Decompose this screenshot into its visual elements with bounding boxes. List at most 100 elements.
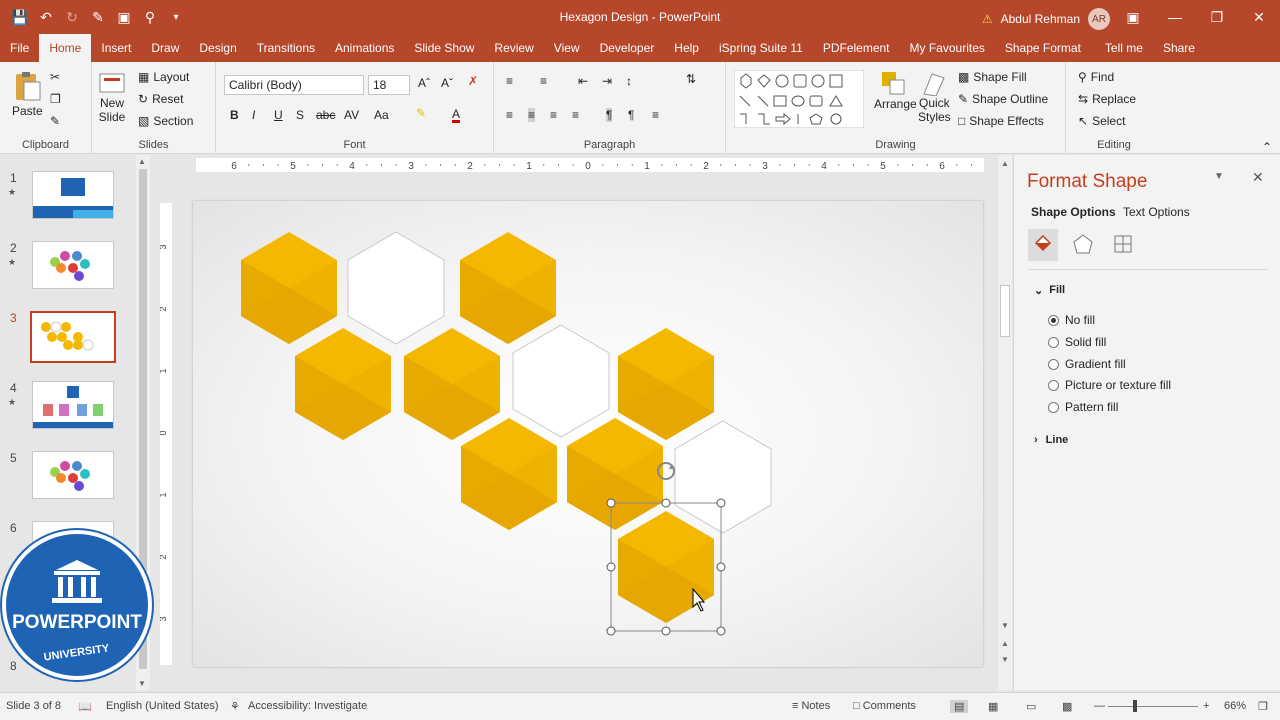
- align-right-icon[interactable]: ≡: [550, 108, 557, 122]
- highlight-icon[interactable]: ✎: [416, 106, 426, 120]
- shapes-gallery[interactable]: [734, 70, 864, 128]
- align-center-icon[interactable]: ≡: [528, 108, 536, 122]
- slideshow-icon[interactable]: ▩: [1062, 700, 1072, 713]
- scroll-up-icon[interactable]: ▲: [138, 157, 146, 166]
- change-case-icon[interactable]: Aa: [374, 108, 389, 122]
- zoom-slider[interactable]: [1108, 706, 1198, 707]
- scroll-down-icon[interactable]: ▼: [1001, 621, 1009, 630]
- replace-button[interactable]: ⇆ Replace: [1078, 92, 1136, 106]
- new-slide-button[interactable]: New Slide: [98, 72, 126, 124]
- zoom-slider-thumb[interactable]: [1133, 700, 1137, 712]
- spellcheck-icon[interactable]: 📖: [78, 700, 92, 713]
- hexagon-yellow[interactable]: [618, 328, 714, 440]
- tab-help[interactable]: Help: [664, 34, 709, 62]
- decrease-font-icon[interactable]: Aˇ: [441, 76, 453, 90]
- layout-button[interactable]: ▦ Layout: [138, 70, 189, 84]
- tab-ispring-suite-11[interactable]: iSpring Suite 11: [709, 34, 813, 62]
- reset-button[interactable]: ↻ Reset: [138, 92, 183, 106]
- find-button[interactable]: ⚲ Find: [1078, 70, 1114, 84]
- fill-line-tab[interactable]: [1028, 229, 1058, 261]
- tab-draw[interactable]: Draw: [141, 34, 189, 62]
- prev-slide-icon[interactable]: ▲: [1001, 639, 1009, 648]
- slide-canvas[interactable]: [193, 201, 983, 667]
- close-button[interactable]: ✕: [1238, 0, 1280, 34]
- radio-no-fill[interactable]: No fill: [1048, 313, 1095, 327]
- scroll-up-icon[interactable]: ▲: [1001, 159, 1009, 168]
- zoom-out-icon[interactable]: —: [1094, 700, 1105, 712]
- italic-icon[interactable]: I: [252, 108, 255, 122]
- effects-pentagon-icon[interactable]: [1072, 233, 1094, 255]
- columns-icon[interactable]: ≡: [652, 108, 659, 122]
- align-left-icon[interactable]: ≡: [506, 108, 513, 122]
- clear-format-icon[interactable]: ✗: [468, 74, 478, 88]
- font-color-icon[interactable]: A: [452, 108, 461, 123]
- hexagon-yellow[interactable]: [295, 328, 391, 440]
- numbering-icon[interactable]: ≡: [540, 74, 547, 88]
- line-section-header[interactable]: › Line: [1034, 434, 1068, 446]
- tab-tell-me[interactable]: Tell me: [1095, 34, 1153, 62]
- tab-text-options[interactable]: Text Options: [1123, 205, 1190, 219]
- avatar[interactable]: AR: [1088, 8, 1110, 30]
- radio-pattern-fill[interactable]: Pattern fill: [1048, 400, 1118, 414]
- hexagon-white[interactable]: [674, 420, 772, 534]
- char-spacing-icon[interactable]: AV: [344, 108, 359, 122]
- fit-slide-icon[interactable]: ❐: [1258, 700, 1268, 713]
- underline-icon[interactable]: U: [274, 108, 283, 122]
- collapse-ribbon-icon[interactable]: ⌃: [1262, 140, 1272, 154]
- reading-view-icon[interactable]: ▭: [1026, 700, 1036, 713]
- tab-insert[interactable]: Insert: [91, 34, 141, 62]
- text-direction-icon[interactable]: ⇅: [686, 72, 696, 86]
- font-size-select[interactable]: 18: [368, 75, 410, 95]
- hexagon-yellow[interactable]: [567, 418, 663, 530]
- hexagon-yellow[interactable]: [404, 328, 500, 440]
- tab-view[interactable]: View: [544, 34, 590, 62]
- section-button[interactable]: ▧ Section: [138, 114, 193, 128]
- line-spacing-icon[interactable]: ↕: [626, 74, 632, 88]
- select-button[interactable]: ↖ Select: [1078, 114, 1125, 128]
- cut-icon[interactable]: ✂: [50, 70, 60, 84]
- tab-animations[interactable]: Animations: [325, 34, 404, 62]
- tab-transitions[interactable]: Transitions: [247, 34, 325, 62]
- next-slide-icon[interactable]: ▼: [1001, 655, 1009, 664]
- format-painter-icon[interactable]: ✎: [50, 114, 60, 128]
- bullets-icon[interactable]: ≡: [506, 74, 513, 88]
- tab-home[interactable]: Home: [39, 34, 92, 62]
- accessibility-status[interactable]: Accessibility: Investigate: [248, 700, 367, 712]
- canvas-scrollbar[interactable]: ▲ ▼ ▲ ▼: [998, 155, 1012, 690]
- decrease-indent-icon[interactable]: ⇤: [578, 74, 588, 88]
- restore-button[interactable]: ❐: [1196, 0, 1238, 34]
- ltr-icon[interactable]: ¶: [606, 108, 613, 122]
- justify-icon[interactable]: ≡: [572, 108, 579, 122]
- tab-review[interactable]: Review: [484, 34, 543, 62]
- strikethrough-icon[interactable]: abc: [316, 108, 335, 122]
- zoom-level[interactable]: 66%: [1224, 700, 1246, 712]
- language[interactable]: English (United States): [106, 700, 219, 712]
- rtl-icon[interactable]: ¶: [628, 108, 634, 122]
- tab-file[interactable]: File: [0, 34, 39, 62]
- user-account[interactable]: ⚠ Abdul Rehman AR: [982, 8, 1110, 30]
- fill-section-header[interactable]: ⌄ Fill: [1034, 284, 1065, 297]
- shape-fill-button[interactable]: ▩ Shape Fill: [958, 70, 1027, 84]
- comments-button[interactable]: □ Comments: [853, 700, 916, 712]
- radio-gradient-fill[interactable]: Gradient fill: [1048, 357, 1126, 371]
- paste-button[interactable]: Paste: [12, 70, 43, 118]
- arrange-button[interactable]: Arrange: [874, 70, 917, 111]
- hexagon-yellow[interactable]: [461, 418, 557, 530]
- hexagon-yellow[interactable]: [241, 232, 337, 344]
- shape-outline-button[interactable]: ✎ Shape Outline: [958, 92, 1048, 106]
- shape-effects-button[interactable]: □ Shape Effects: [958, 114, 1044, 128]
- increase-indent-icon[interactable]: ⇥: [602, 74, 612, 88]
- tab-design[interactable]: Design: [189, 34, 246, 62]
- hexagon-white[interactable]: [347, 231, 445, 345]
- tab-share[interactable]: Share: [1153, 34, 1205, 62]
- quick-styles-button[interactable]: Quick Styles: [918, 70, 951, 124]
- tab-shape-options[interactable]: Shape Options: [1031, 205, 1116, 219]
- pane-options-icon[interactable]: ▼: [1214, 171, 1224, 182]
- notes-button[interactable]: ≡ Notes: [792, 700, 830, 712]
- shadow-icon[interactable]: S: [296, 108, 304, 122]
- tab-slide-show[interactable]: Slide Show: [404, 34, 484, 62]
- close-pane-icon[interactable]: ✕: [1252, 169, 1264, 186]
- size-properties-icon[interactable]: [1112, 233, 1134, 255]
- font-family-select[interactable]: Calibri (Body): [224, 75, 364, 95]
- ribbon-display-icon[interactable]: ▣: [1112, 0, 1154, 34]
